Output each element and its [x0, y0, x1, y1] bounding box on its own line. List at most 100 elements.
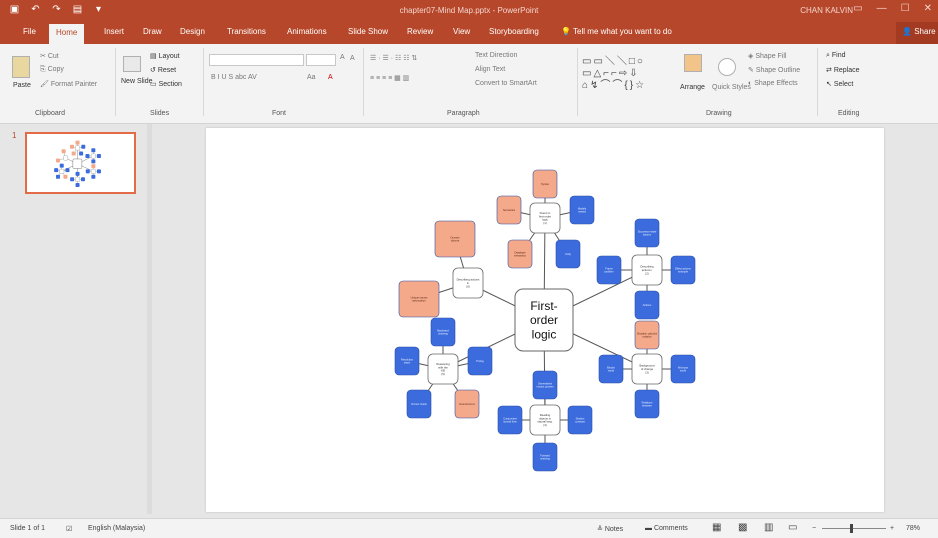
thumb-branch-node	[75, 176, 80, 182]
grow-font-button[interactable]: A	[340, 54, 345, 61]
convert-smartart-button[interactable]: Convert to SmartArt	[475, 80, 537, 87]
list-buttons[interactable]: ☰ · ☰ · ☷ ☷ ⇅	[370, 54, 417, 62]
shape-fill-button[interactable]: ◈ Shape Fill	[748, 52, 786, 60]
slide-thumbnail[interactable]	[25, 132, 136, 194]
thumbnail-scrollbar[interactable]	[147, 124, 152, 514]
ribbon-separator	[115, 48, 116, 116]
slideshow-view-icon[interactable]: ▭	[788, 522, 797, 533]
status-bar: Slide 1 of 1 ☑ English (Malaysia) ≜ Note…	[0, 518, 938, 538]
ribbon-display-icon[interactable]: ▭	[853, 3, 862, 14]
thumb-subtopic-node	[75, 182, 80, 187]
effects-icon: ◐	[748, 80, 753, 87]
paste-icon[interactable]	[12, 56, 30, 78]
close-icon[interactable]: ✕	[924, 3, 932, 14]
zoom-slider-thumb[interactable]	[850, 524, 853, 533]
replace-button[interactable]: ⇄ Replace	[826, 66, 860, 74]
thumb-branch-node	[91, 169, 96, 174]
thumb-subtopic-node	[61, 149, 66, 154]
tab-view[interactable]: View	[453, 27, 470, 36]
zoom-in-button[interactable]: +	[890, 525, 894, 532]
tab-draw[interactable]: Draw	[143, 27, 162, 36]
thumb-subtopic-node	[91, 174, 96, 179]
font-color-button[interactable]: A	[328, 74, 333, 81]
thumb-subtopic-node	[79, 151, 84, 156]
minimize-icon[interactable]: —	[877, 3, 887, 14]
tab-slide-show[interactable]: Slide Show	[348, 27, 388, 36]
paste-button[interactable]: Paste	[13, 82, 31, 89]
reset-label: Reset	[157, 67, 177, 74]
tab-home[interactable]: Home	[49, 24, 85, 44]
subtopic-label: Database semantics	[514, 250, 526, 257]
select-button[interactable]: ↖ Select	[826, 80, 853, 88]
tab-animations[interactable]: Animations	[287, 27, 327, 36]
layout-button[interactable]: ▤ Layout	[150, 52, 180, 60]
shapes-gallery[interactable]: ▭▭＼＼□○ ▭△⌐⌐⇨⇩ ⌂↯⌒⌒{}☆	[582, 56, 672, 94]
tab-insert[interactable]: Insert	[104, 27, 124, 36]
share-button[interactable]: 👤 Share	[896, 22, 938, 44]
tab-review[interactable]: Review	[407, 27, 433, 36]
shrink-font-button[interactable]: A	[350, 55, 355, 62]
thumb-subtopic-node	[91, 164, 96, 169]
quick-styles-icon[interactable]	[718, 58, 736, 76]
quick-styles-button[interactable]: Quick Styles	[712, 84, 751, 91]
text-style-buttons[interactable]: B I U S abc AV	[211, 74, 257, 81]
tab-storyboarding[interactable]: Storyboarding	[489, 27, 539, 36]
reset-button[interactable]: ↺ Reset	[150, 66, 176, 74]
thumb-central-node	[72, 158, 83, 169]
normal-view-icon[interactable]: ▦	[712, 522, 721, 533]
copy-button[interactable]: ⎘ Copy	[40, 66, 64, 74]
subtopic-label: Unify	[565, 252, 572, 256]
new-slide-button[interactable]: New Slide	[121, 78, 153, 85]
user-name[interactable]: CHAN KALVIN	[800, 6, 853, 15]
new-slide-icon[interactable]	[123, 56, 141, 72]
ribbon-separator	[817, 48, 818, 116]
arrange-button[interactable]: Arrange	[680, 84, 705, 91]
thumb-subtopic-node	[85, 154, 90, 159]
thumb-branch-node	[63, 155, 68, 161]
tab-transitions[interactable]: Transitions	[227, 27, 266, 36]
language-indicator[interactable]: English (Malaysia)	[88, 525, 145, 532]
arrange-icon[interactable]	[684, 54, 702, 72]
text-direction-button[interactable]: Text Direction	[475, 52, 517, 59]
spelling-icon[interactable]: ☑	[66, 525, 72, 533]
shape-fill-label: Shape Fill	[755, 53, 787, 60]
align-text-button[interactable]: Align Text	[475, 66, 505, 73]
window-controls: ▭ — ☐ ✕	[853, 3, 932, 14]
font-size-combo[interactable]	[306, 54, 336, 66]
reading-view-icon[interactable]: ▥	[764, 522, 773, 533]
section-label: Section	[158, 81, 182, 88]
slide-canvas[interactable]: Syntax Semantics Models nested Database seman…	[206, 128, 884, 512]
slide-sorter-icon[interactable]: ▩	[738, 522, 747, 533]
reset-icon: ↺	[150, 67, 156, 74]
brush-icon: 🖌	[40, 81, 49, 88]
tab-design[interactable]: Design	[180, 27, 205, 36]
font-name-combo[interactable]	[209, 54, 304, 66]
thumb-branch-node	[91, 153, 96, 159]
tell-me-search[interactable]: 💡 Tell me what you want to do	[561, 27, 672, 36]
section-button[interactable]: ▭ Section	[150, 80, 182, 88]
thumb-subtopic-node	[81, 144, 86, 149]
zoom-level[interactable]: 78%	[906, 525, 920, 532]
thumb-branch-node	[75, 145, 80, 151]
shape-effects-button[interactable]: ◐ Shape Effects	[748, 80, 798, 87]
align-buttons[interactable]: ≡ ≡ ≡ ≡ ▦ ▥	[370, 74, 409, 82]
format-painter-button[interactable]: 🖌 Format Painter	[40, 80, 97, 88]
tab-file[interactable]: File	[23, 27, 36, 36]
thumb-subtopic-node	[80, 177, 85, 182]
find-button[interactable]: ⌕ Find	[826, 52, 846, 60]
cut-button[interactable]: ✂ Cut	[40, 52, 59, 60]
thumbnail-number: 1	[12, 131, 17, 140]
change-case-button[interactable]: Aa	[307, 74, 316, 81]
mind-map-diagram: Syntax Semantics Models nested Database seman…	[394, 169, 696, 472]
notes-button[interactable]: ≜ Notes	[597, 525, 623, 533]
comments-button[interactable]: ▬ Comments	[645, 525, 688, 532]
thumb-subtopic-node	[63, 174, 68, 179]
copy-icon: ⎘	[40, 66, 46, 73]
thumb-subtopic-node	[54, 168, 59, 173]
slide-counter: Slide 1 of 1	[10, 525, 46, 532]
zoom-slider[interactable]	[822, 528, 886, 529]
zoom-out-button[interactable]: −	[812, 525, 816, 532]
maximize-icon[interactable]: ☐	[901, 3, 910, 14]
shape-outline-button[interactable]: ✎ Shape Outline	[748, 66, 800, 74]
drawing-group-label: Drawing	[706, 110, 732, 117]
